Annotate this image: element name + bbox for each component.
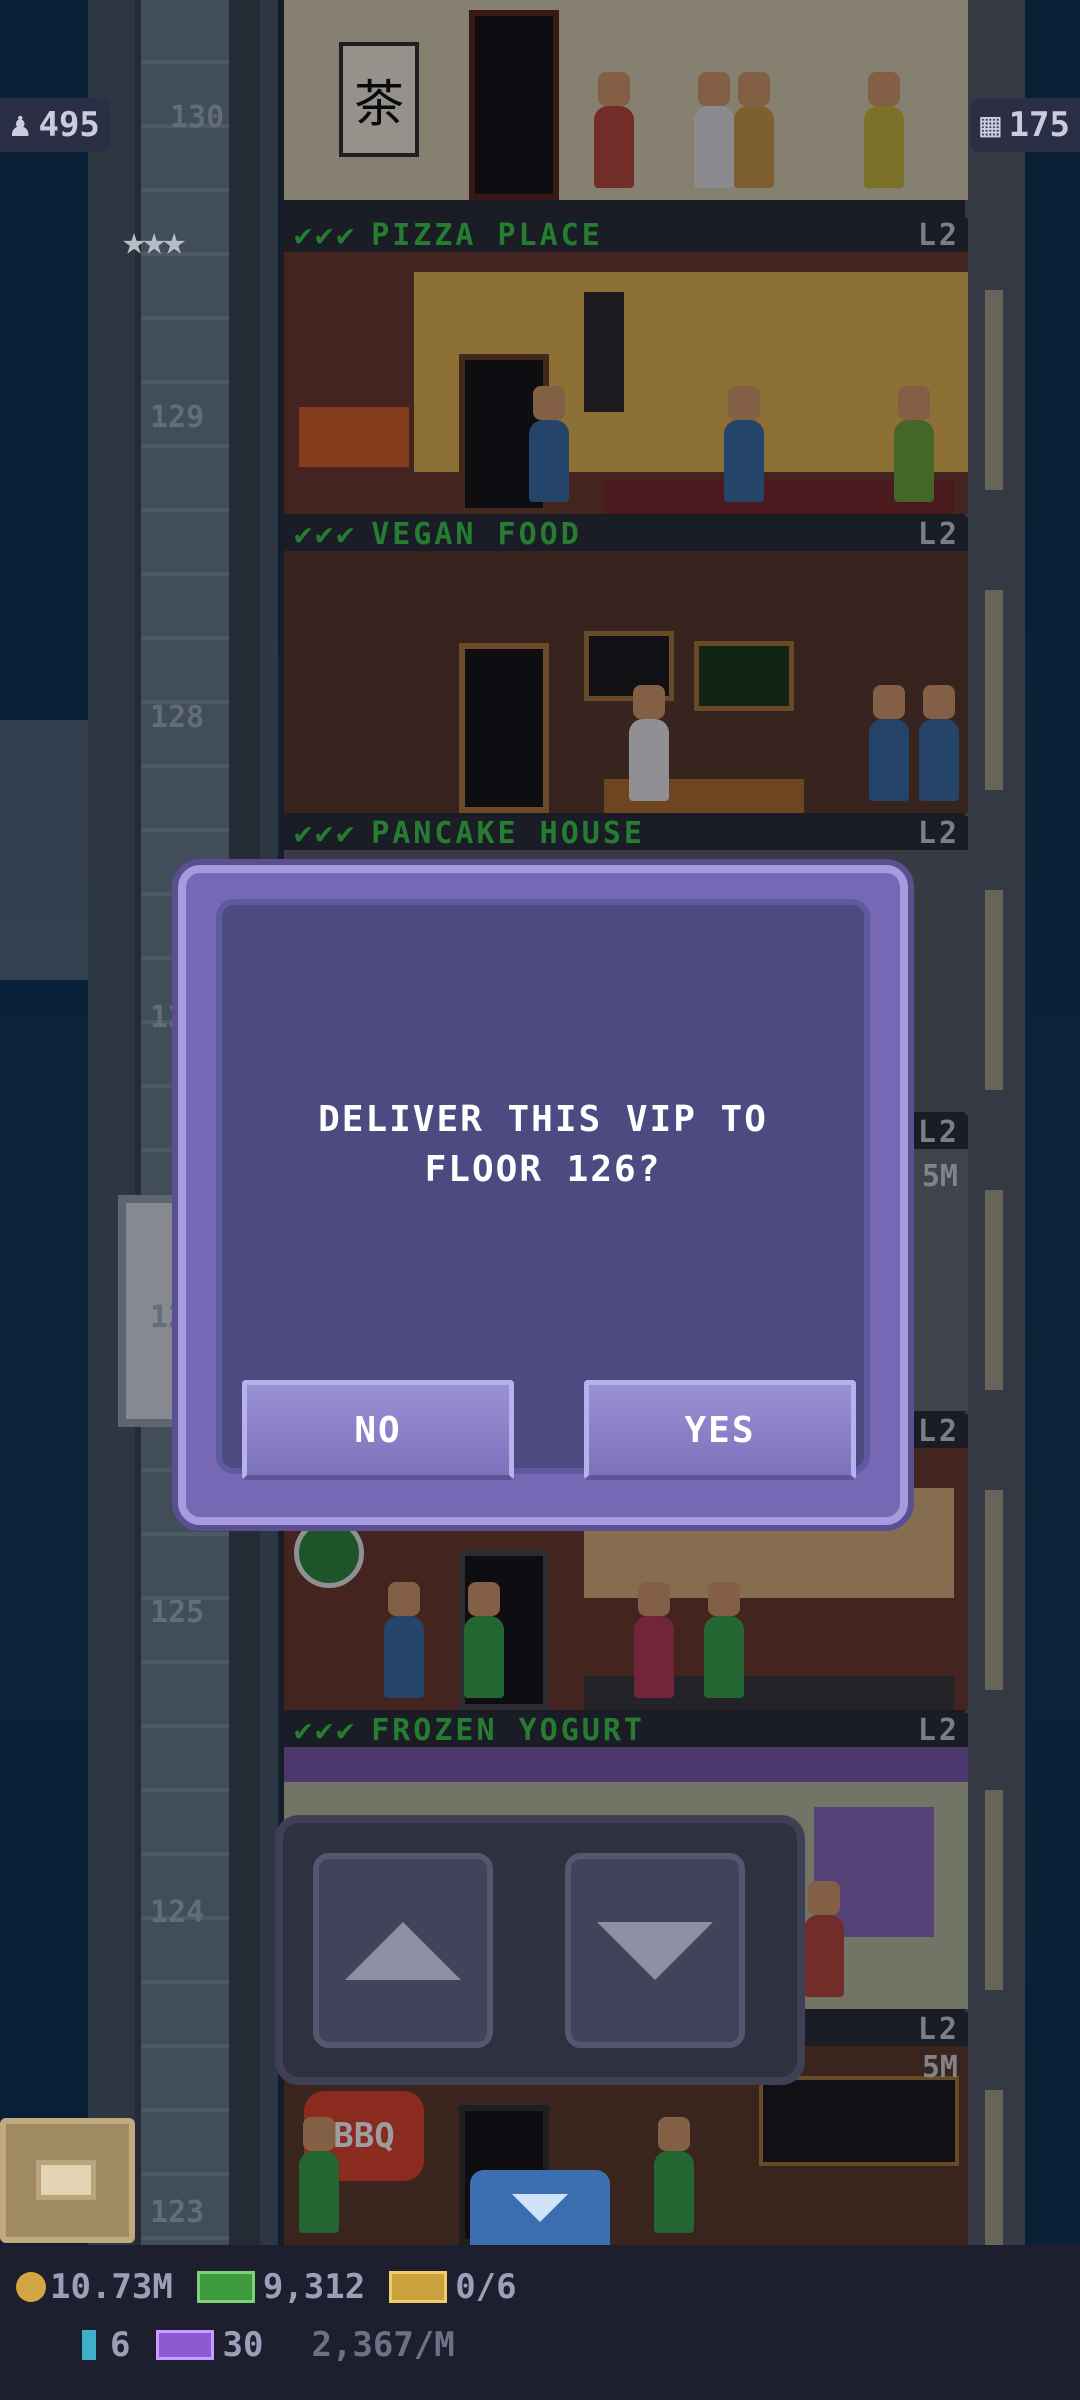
bux-icon [196,2271,255,2303]
vip-dialog: DELIVER THIS VIP TO FLOOR 126? NO YES [178,865,908,1525]
hud-row-bottom: 6 30 2,367/M [82,2325,455,2365]
bux-value[interactable]: 9,312 [263,2267,365,2307]
coins-value: 10.73M [50,2267,173,2307]
scroll-down-button[interactable] [470,2170,610,2245]
elevator-up-button[interactable] [313,1853,493,2048]
no-button[interactable]: NO [242,1380,514,1480]
inventory-box-button[interactable] [0,2118,135,2243]
arrow-down-icon [597,1921,713,1980]
rating-stars: ★★★ [122,218,186,264]
coin-icon [16,2272,46,2302]
person-icon: ♟ [10,105,31,145]
gem-icon [82,2330,96,2360]
tickets-value[interactable]: 0/6 [455,2267,516,2307]
floor-counter[interactable]: ▦ 175 [970,98,1080,152]
population-value: 495 [38,105,100,145]
dialog-panel: DELIVER THIS VIP TO FLOOR 126? NO YES [216,899,870,1480]
vip-icon [156,2330,215,2360]
resource-hud: 10.73M 9,312 0/6 6 30 2,367/M [0,2245,1080,2400]
chevron-down-icon [512,2193,568,2222]
elevator-down-button[interactable] [565,1853,745,2048]
hud-row-top: 10.73M 9,312 0/6 [16,2267,517,2307]
floor-count-value: 175 [1008,105,1070,145]
elevator-control-pad [275,1815,805,2085]
yes-button[interactable]: YES [584,1380,856,1480]
population-counter[interactable]: ♟ 495 [0,98,110,152]
box-icon [36,2160,96,2200]
ticket-icon [389,2271,448,2303]
building-icon: ▦ [980,105,1001,145]
dialog-message: DELIVER THIS VIP TO FLOOR 126? [318,1099,768,1190]
income-rate-value: 2,367/M [311,2325,455,2365]
vip-count-value: 30 [222,2325,264,2365]
gems-value: 6 [110,2325,131,2365]
arrow-up-icon [345,1921,461,1980]
